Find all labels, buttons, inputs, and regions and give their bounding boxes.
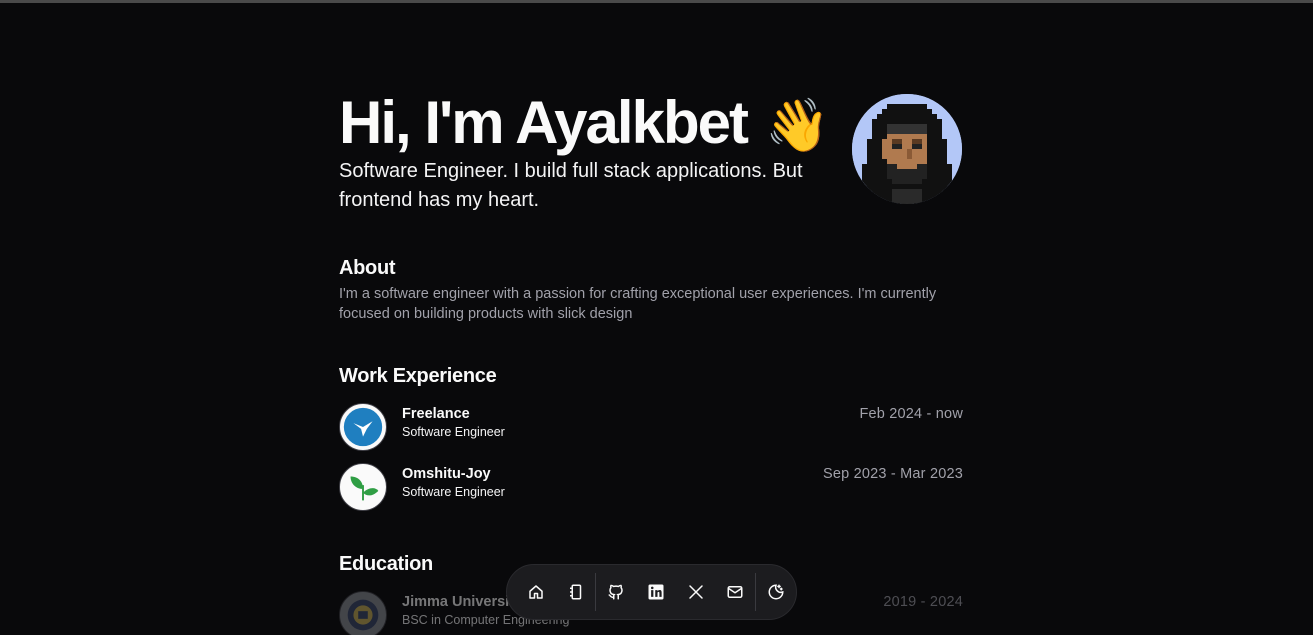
dock-theme-toggle-button[interactable] xyxy=(756,572,796,612)
leaf-logo-icon xyxy=(350,476,379,501)
university-seal-icon xyxy=(347,599,379,631)
education-school: Jimma Universi xyxy=(402,594,510,610)
about-text: I'm a software engineer with a passion f… xyxy=(339,286,937,322)
hero-greeting: Hi, I'm Ayalkbet xyxy=(339,89,749,156)
work-title: Work Experience xyxy=(339,365,497,387)
dock-home-button[interactable] xyxy=(516,572,556,612)
work-dates: Feb 2024 - now xyxy=(859,406,963,422)
work-item-omshitu-joy[interactable]: Omshitu-Joy Software Engineer Sep 2023 -… xyxy=(339,463,963,513)
dock-linkedin-button[interactable] xyxy=(636,572,676,612)
work-company: Freelance xyxy=(402,406,470,422)
work-role: Software Engineer xyxy=(402,485,505,499)
bottom-dock xyxy=(506,564,797,620)
avatar xyxy=(852,94,962,204)
omshitu-joy-logo xyxy=(339,463,387,511)
x-icon xyxy=(688,585,703,599)
pixel-avatar-icon xyxy=(852,94,962,204)
work-role: Software Engineer xyxy=(402,425,505,439)
work-company: Omshitu-Joy xyxy=(402,466,491,482)
notebook-icon xyxy=(569,584,581,600)
about-title: About xyxy=(339,257,396,279)
freelance-logo xyxy=(339,403,387,451)
work-dates: Sep 2023 - Mar 2023 xyxy=(822,466,963,482)
jimma-logo xyxy=(339,591,387,635)
window-top-border xyxy=(0,0,1313,3)
linkedin-icon xyxy=(648,584,664,600)
education-title: Education xyxy=(339,553,433,575)
bird-logo-icon xyxy=(343,407,383,447)
dock-github-button[interactable] xyxy=(596,572,636,612)
wave-emoji-icon: 👋 xyxy=(764,97,830,155)
theme-toggle-icon xyxy=(768,584,784,600)
dock-x-button[interactable] xyxy=(676,572,716,612)
mail-icon xyxy=(727,586,743,598)
hero-section: Hi, I'm Ayalkbet 👋 Software Engineer. I b… xyxy=(339,88,963,218)
education-dates: 2019 - 2024 xyxy=(883,594,963,610)
hero-title: Hi, I'm Ayalkbet 👋 xyxy=(339,88,830,161)
hero-subtitle: Software Engineer. I build full stack ap… xyxy=(339,160,803,211)
github-icon xyxy=(608,584,624,600)
work-item-freelance[interactable]: Freelance Software Engineer Feb 2024 - n… xyxy=(339,403,963,453)
dock-mail-button[interactable] xyxy=(716,572,756,612)
dock-notebook-button[interactable] xyxy=(556,572,596,612)
home-icon xyxy=(529,585,543,599)
